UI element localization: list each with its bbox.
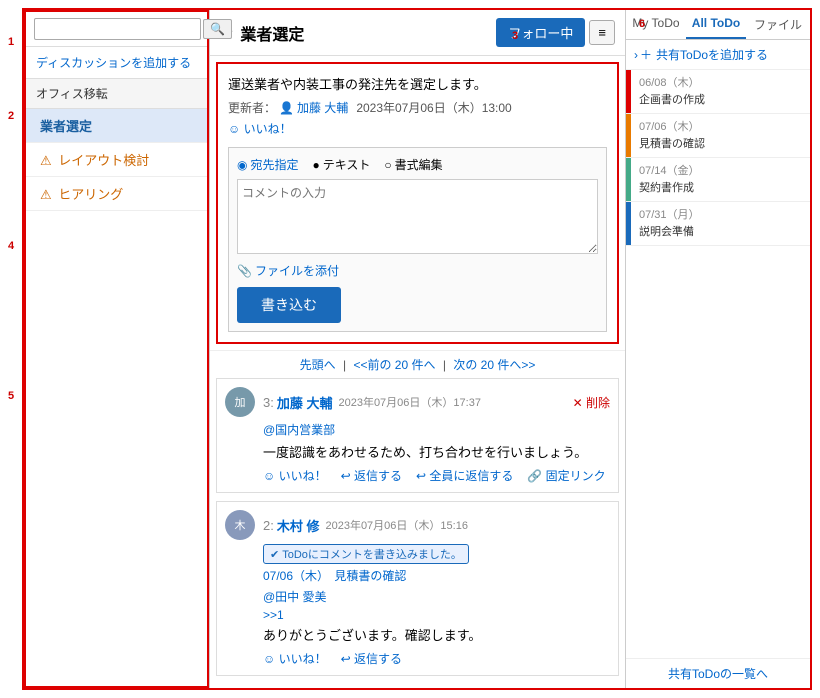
comments-section: 加 3: 加藤 大輔 2023年07月06日（木）17:37 ✕ 削除 @国内営… — [210, 378, 625, 688]
todo-text-2: 見積書の確認 — [639, 136, 705, 153]
pagination-next[interactable]: 次の 20 件へ>> — [453, 358, 535, 372]
reply-btn-1[interactable]: ↩ 返信する — [341, 467, 402, 484]
mention-2: @田中 愛美 — [263, 588, 610, 605]
ext-label-3: 3 — [512, 30, 518, 42]
submit-button[interactable]: 書き込む — [237, 287, 341, 323]
sidebar-item-gyosha[interactable]: 業者選定 — [26, 109, 207, 143]
pagination-prev[interactable]: <<前の 20 件へ — [353, 358, 435, 372]
comment-author-2[interactable]: 木村 修 — [277, 516, 320, 535]
tab-my-todo[interactable]: My ToDo — [626, 10, 686, 39]
search-button[interactable]: 🔍 — [203, 19, 232, 39]
comment-date-2: 2023年07月06日（木）15:16 — [325, 517, 467, 533]
discussion-title: 業者選定 — [240, 21, 496, 45]
ext-label-6: 6 — [639, 18, 645, 30]
tab-all-todo[interactable]: All ToDo — [686, 10, 746, 39]
updated-date: 2023年07月06日（木）13:00 — [356, 99, 511, 116]
todo-item-1[interactable]: 06/08（木） 企画書の作成 — [626, 70, 810, 114]
todo-tabs: My ToDo All ToDo ファイル — [626, 10, 810, 40]
search-input[interactable] — [34, 18, 201, 40]
comment-number-2: 2: — [263, 518, 274, 533]
todo-link[interactable]: 07/06（木） 見積書の確認 — [263, 569, 406, 583]
tab-recipient[interactable]: ◉ 宛先指定 — [237, 156, 299, 173]
paperclip-icon: 📎 — [237, 264, 252, 278]
ext-label-1: 1 — [8, 36, 14, 48]
todo-item-2[interactable]: 07/06（木） 見積書の確認 — [626, 114, 810, 158]
discussion-desc: 運送業者や内装工事の発注先を選定します。 — [228, 74, 607, 93]
person-icon: 👤 — [279, 101, 294, 115]
updater-label: 更新者： — [228, 99, 276, 116]
like-btn-1[interactable]: ☺ いいね！ — [263, 467, 327, 484]
ext-label-2: 2 — [8, 110, 14, 122]
follow-button[interactable]: フォロー中 — [496, 18, 585, 47]
todo-all-link[interactable]: 共有ToDoの一覧へ — [626, 658, 810, 688]
todo-items-list: 06/08（木） 企画書の作成 07/06（木） 見積書の確認 — [626, 70, 810, 658]
like-btn-2[interactable]: ☺ いいね！ — [263, 650, 327, 667]
delete-link-1[interactable]: ✕ 削除 — [573, 394, 610, 411]
comment-2: 木 2: 木村 修 2023年07月06日（木）15:16 ✔ ToDoにコメン… — [216, 501, 619, 676]
comment-number-1: 3: — [263, 395, 274, 410]
warning-icon-hearing: ⚠ — [40, 187, 52, 202]
avatar-1: 加 — [225, 387, 255, 417]
comment-body-2: ありがとうございます。確認します。 — [263, 625, 610, 644]
todo-date-1: 06/08（木） — [639, 75, 705, 92]
todo-check-icon: ✔ — [270, 548, 279, 561]
comment-date-1: 2023年07月06日（木）17:37 — [338, 394, 480, 410]
sidebar-item-hearing[interactable]: ⚠ ヒアリング — [26, 177, 207, 211]
avatar-2: 木 — [225, 510, 255, 540]
comment-author-1[interactable]: 加藤 大輔 — [277, 393, 333, 412]
todo-item-4[interactable]: 07/31（月） 説明会準備 — [626, 202, 810, 246]
comment-body-1: 一度認識をあわせるため、打ち合わせを行いましょう。 — [263, 442, 610, 461]
todo-text-3: 契約書作成 — [639, 180, 700, 197]
attach-file-link[interactable]: 📎 ファイルを添付 — [237, 262, 598, 279]
comment-textarea[interactable] — [237, 179, 598, 254]
mention-1: @国内営業部 — [263, 421, 610, 438]
like-button-top[interactable]: ☺ いいね！ — [228, 120, 607, 137]
warning-icon-layout: ⚠ — [40, 153, 52, 168]
sidebar-section-title: オフィス移転 — [26, 79, 207, 109]
tab-file[interactable]: ファイル — [746, 10, 810, 39]
add-shared-todo[interactable]: › ＋ 共有ToDoを追加する — [626, 40, 810, 70]
comment-1: 加 3: 加藤 大輔 2023年07月06日（木）17:37 ✕ 削除 @国内営… — [216, 378, 619, 493]
todo-text-1: 企画書の作成 — [639, 92, 705, 109]
reply-btn-2[interactable]: ↩ 返信する — [341, 650, 402, 667]
ext-label-5: 5 — [8, 390, 14, 402]
add-discussion-link[interactable]: ディスカッションを追加する — [36, 56, 191, 70]
reply-all-btn-1[interactable]: ↩ 全員に返信する — [416, 467, 513, 484]
updater-name[interactable]: 加藤 大輔 — [297, 99, 348, 116]
sidebar-items: 業者選定 ⚠ レイアウト検討 ⚠ ヒアリング — [26, 109, 207, 686]
todo-date-4: 07/31（月） — [639, 207, 700, 224]
todo-date-2: 07/06（木） — [639, 119, 705, 136]
todo-date-3: 07/14（金） — [639, 163, 700, 180]
todo-text-4: 説明会準備 — [639, 224, 700, 241]
ext-label-4: 4 — [8, 240, 14, 252]
tab-rich[interactable]: ○ 書式編集 — [384, 156, 442, 173]
menu-button[interactable]: ≡ — [589, 20, 615, 45]
quote-2: >>1 — [263, 608, 610, 622]
chevron-right-icon: › — [634, 48, 638, 62]
sidebar-item-layout[interactable]: ⚠ レイアウト検討 — [26, 143, 207, 177]
todo-item-3[interactable]: 07/14（金） 契約書作成 — [626, 158, 810, 202]
todo-badge: ✔ ToDoにコメントを書き込みました。 — [263, 544, 469, 564]
permalink-btn-1[interactable]: 🔗 固定リンク — [527, 467, 605, 484]
pagination-first[interactable]: 先頭へ — [300, 358, 336, 372]
tab-text[interactable]: ● テキスト — [313, 156, 371, 173]
